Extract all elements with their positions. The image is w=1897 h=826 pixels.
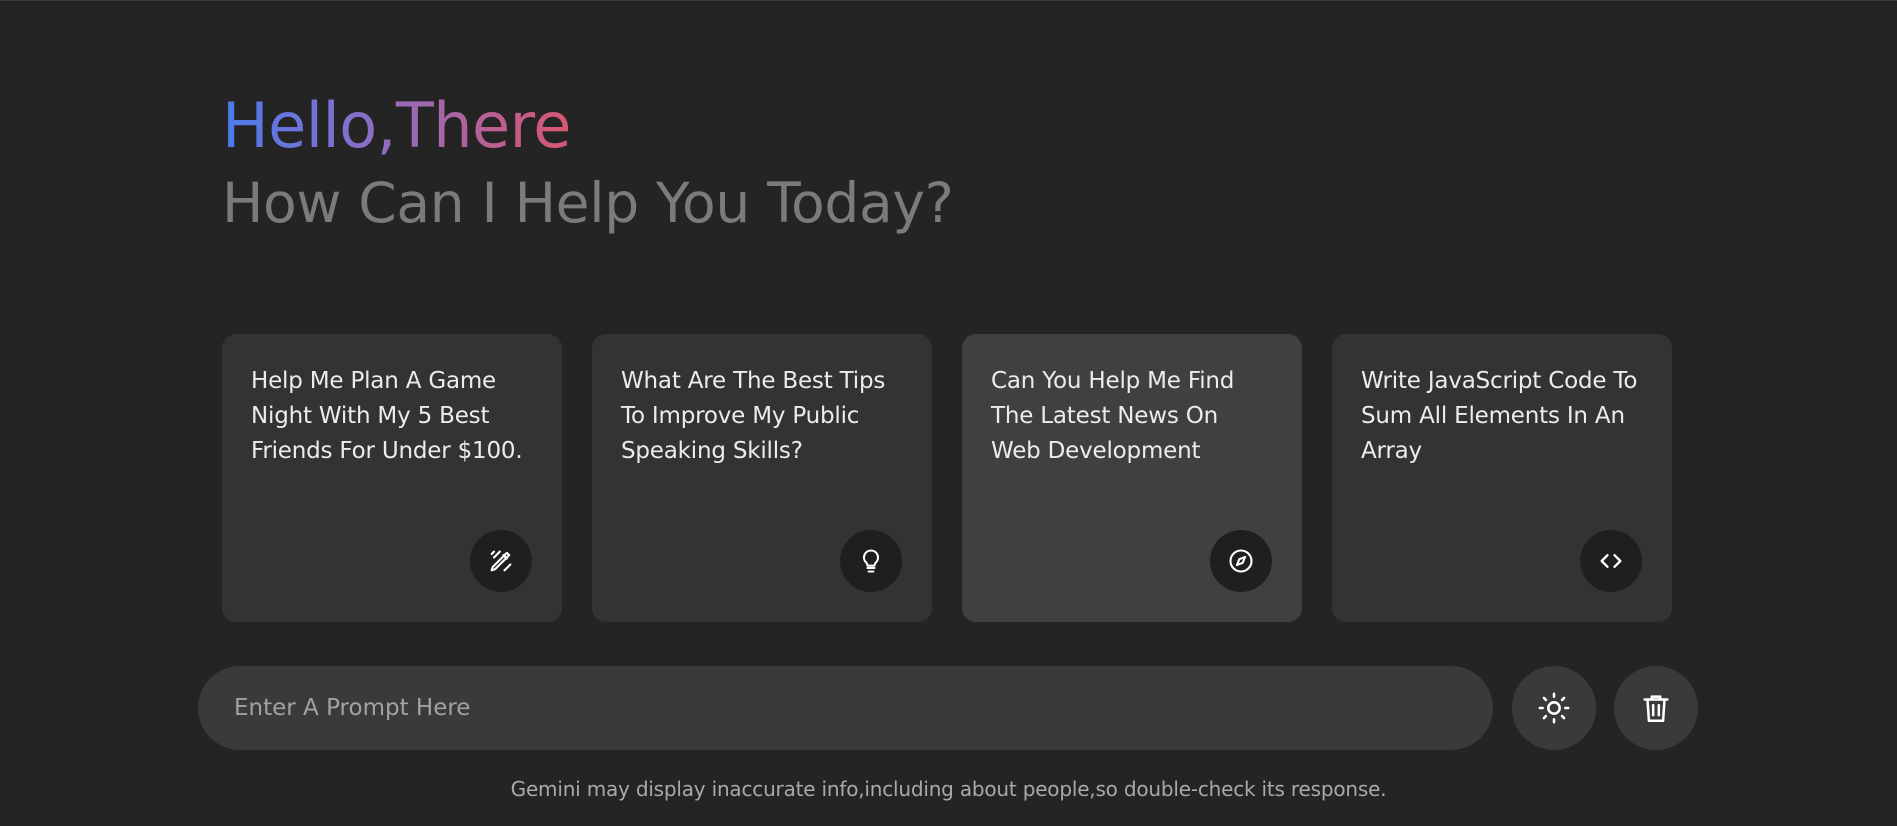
disclaimer-text: Gemini may display inaccurate info,inclu…	[510, 777, 1387, 801]
suggestion-text: What Are The Best Tips To Improve My Pub…	[621, 368, 886, 464]
suggestion-card-public-speaking[interactable]: What Are The Best Tips To Improve My Pub…	[592, 334, 932, 622]
compass-icon	[1210, 530, 1272, 592]
prompt-input[interactable]	[232, 665, 1493, 751]
magic-pen-icon	[470, 530, 532, 592]
sun-icon	[1538, 692, 1570, 724]
lightbulb-icon	[840, 530, 902, 592]
suggestion-card-javascript-code[interactable]: Write JavaScript Code To Sum All Element…	[1332, 334, 1672, 622]
code-icon	[1580, 530, 1642, 592]
suggestion-card-web-news[interactable]: Can You Help Me Find The Latest News On …	[962, 334, 1302, 622]
greeting-header: Hello,There How Can I Help You Today?	[222, 88, 1682, 238]
greeting-title: Hello,There	[222, 89, 571, 162]
suggestion-list: Help Me Plan A Game Night With My 5 Best…	[222, 334, 1672, 622]
prompt-bar	[198, 665, 1493, 751]
trash-icon	[1643, 695, 1669, 723]
theme-toggle-button[interactable]	[1512, 666, 1596, 750]
top-border	[0, 0, 1897, 1]
suggestion-text: Write JavaScript Code To Sum All Element…	[1361, 368, 1638, 464]
suggestion-text: Can You Help Me Find The Latest News On …	[991, 368, 1235, 464]
suggestion-text: Help Me Plan A Game Night With My 5 Best…	[251, 368, 523, 464]
greeting-subtitle: How Can I Help You Today?	[222, 171, 954, 235]
suggestion-card-game-night[interactable]: Help Me Plan A Game Night With My 5 Best…	[222, 334, 562, 622]
delete-chat-button[interactable]	[1614, 666, 1698, 750]
